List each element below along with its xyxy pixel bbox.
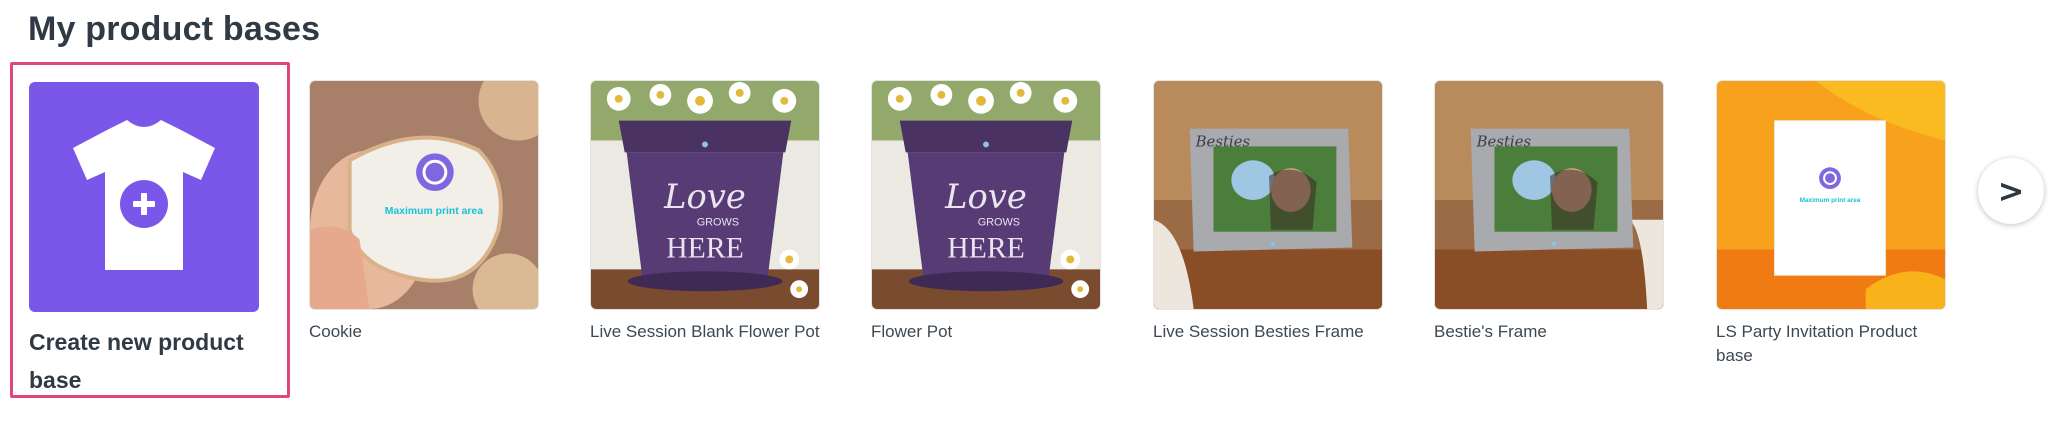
flower-pot-image: Love GROWS HERE: [591, 81, 819, 309]
pot-text-love: Love: [663, 177, 746, 216]
product-base-carousel: Create new product base Maximum print ar…: [0, 0, 2064, 432]
product-thumbnail[interactable]: Besties: [1153, 80, 1383, 310]
photo-frame-image: Besties: [1154, 81, 1382, 309]
product-card-live-session-besties-frame[interactable]: Besties Live Session Besties Frame: [1153, 80, 1383, 344]
pot-text-here: HERE: [666, 232, 744, 264]
create-product-thumbnail[interactable]: [29, 82, 259, 312]
cookie-image: Maximum print area: [310, 81, 538, 309]
product-thumbnail[interactable]: Maximum print area: [309, 80, 539, 310]
chevron-right-icon: >: [1997, 172, 2025, 210]
create-new-product-base-card[interactable]: Create new product base: [10, 62, 290, 398]
tshirt-plus-icon: [73, 120, 215, 270]
product-thumbnail[interactable]: Love GROWS HERE: [871, 80, 1101, 310]
frame-text: Besties: [1195, 132, 1251, 150]
product-thumbnail[interactable]: Maximum print area: [1716, 80, 1946, 310]
photo-frame-image: Besties: [1435, 81, 1663, 309]
product-label[interactable]: Bestie's Frame: [1434, 320, 1664, 344]
product-card-besties-frame[interactable]: Besties Bestie's Frame: [1434, 80, 1664, 344]
carousel-next-button[interactable]: >: [1978, 158, 2044, 224]
product-card-ls-party-invitation[interactable]: Maximum print area LS Party Invitation P…: [1716, 80, 1946, 368]
product-card-live-session-blank-flower-pot[interactable]: Love GROWS HERE Live Session Blank Flowe…: [590, 80, 820, 344]
create-new-product-base-label: Create new product base: [29, 329, 244, 393]
product-card-cookie[interactable]: Maximum print area Cookie: [309, 80, 539, 344]
product-label[interactable]: LS Party Invitation Product base: [1716, 320, 1946, 368]
invitation-card-image: Maximum print area: [1717, 81, 1945, 309]
print-area-text: Maximum print area: [385, 206, 483, 217]
frame-text: Besties: [1476, 132, 1532, 150]
flower-pot-image: Love GROWS HERE: [872, 81, 1100, 309]
product-label[interactable]: Live Session Besties Frame: [1153, 320, 1383, 344]
print-area-text: Maximum print area: [1800, 197, 1861, 204]
product-thumbnail[interactable]: Besties: [1434, 80, 1664, 310]
product-label[interactable]: Cookie: [309, 320, 539, 344]
product-label[interactable]: Live Session Blank Flower Pot: [590, 320, 820, 344]
product-thumbnail[interactable]: Love GROWS HERE: [590, 80, 820, 310]
product-card-flower-pot[interactable]: Love GROWS HERE Flower Pot: [871, 80, 1101, 344]
pot-text-love: Love: [944, 177, 1027, 216]
pot-text-here: HERE: [947, 232, 1025, 264]
pot-text-grows: GROWS: [697, 217, 739, 229]
product-label[interactable]: Flower Pot: [871, 320, 1101, 344]
pot-text-grows: GROWS: [978, 217, 1020, 229]
